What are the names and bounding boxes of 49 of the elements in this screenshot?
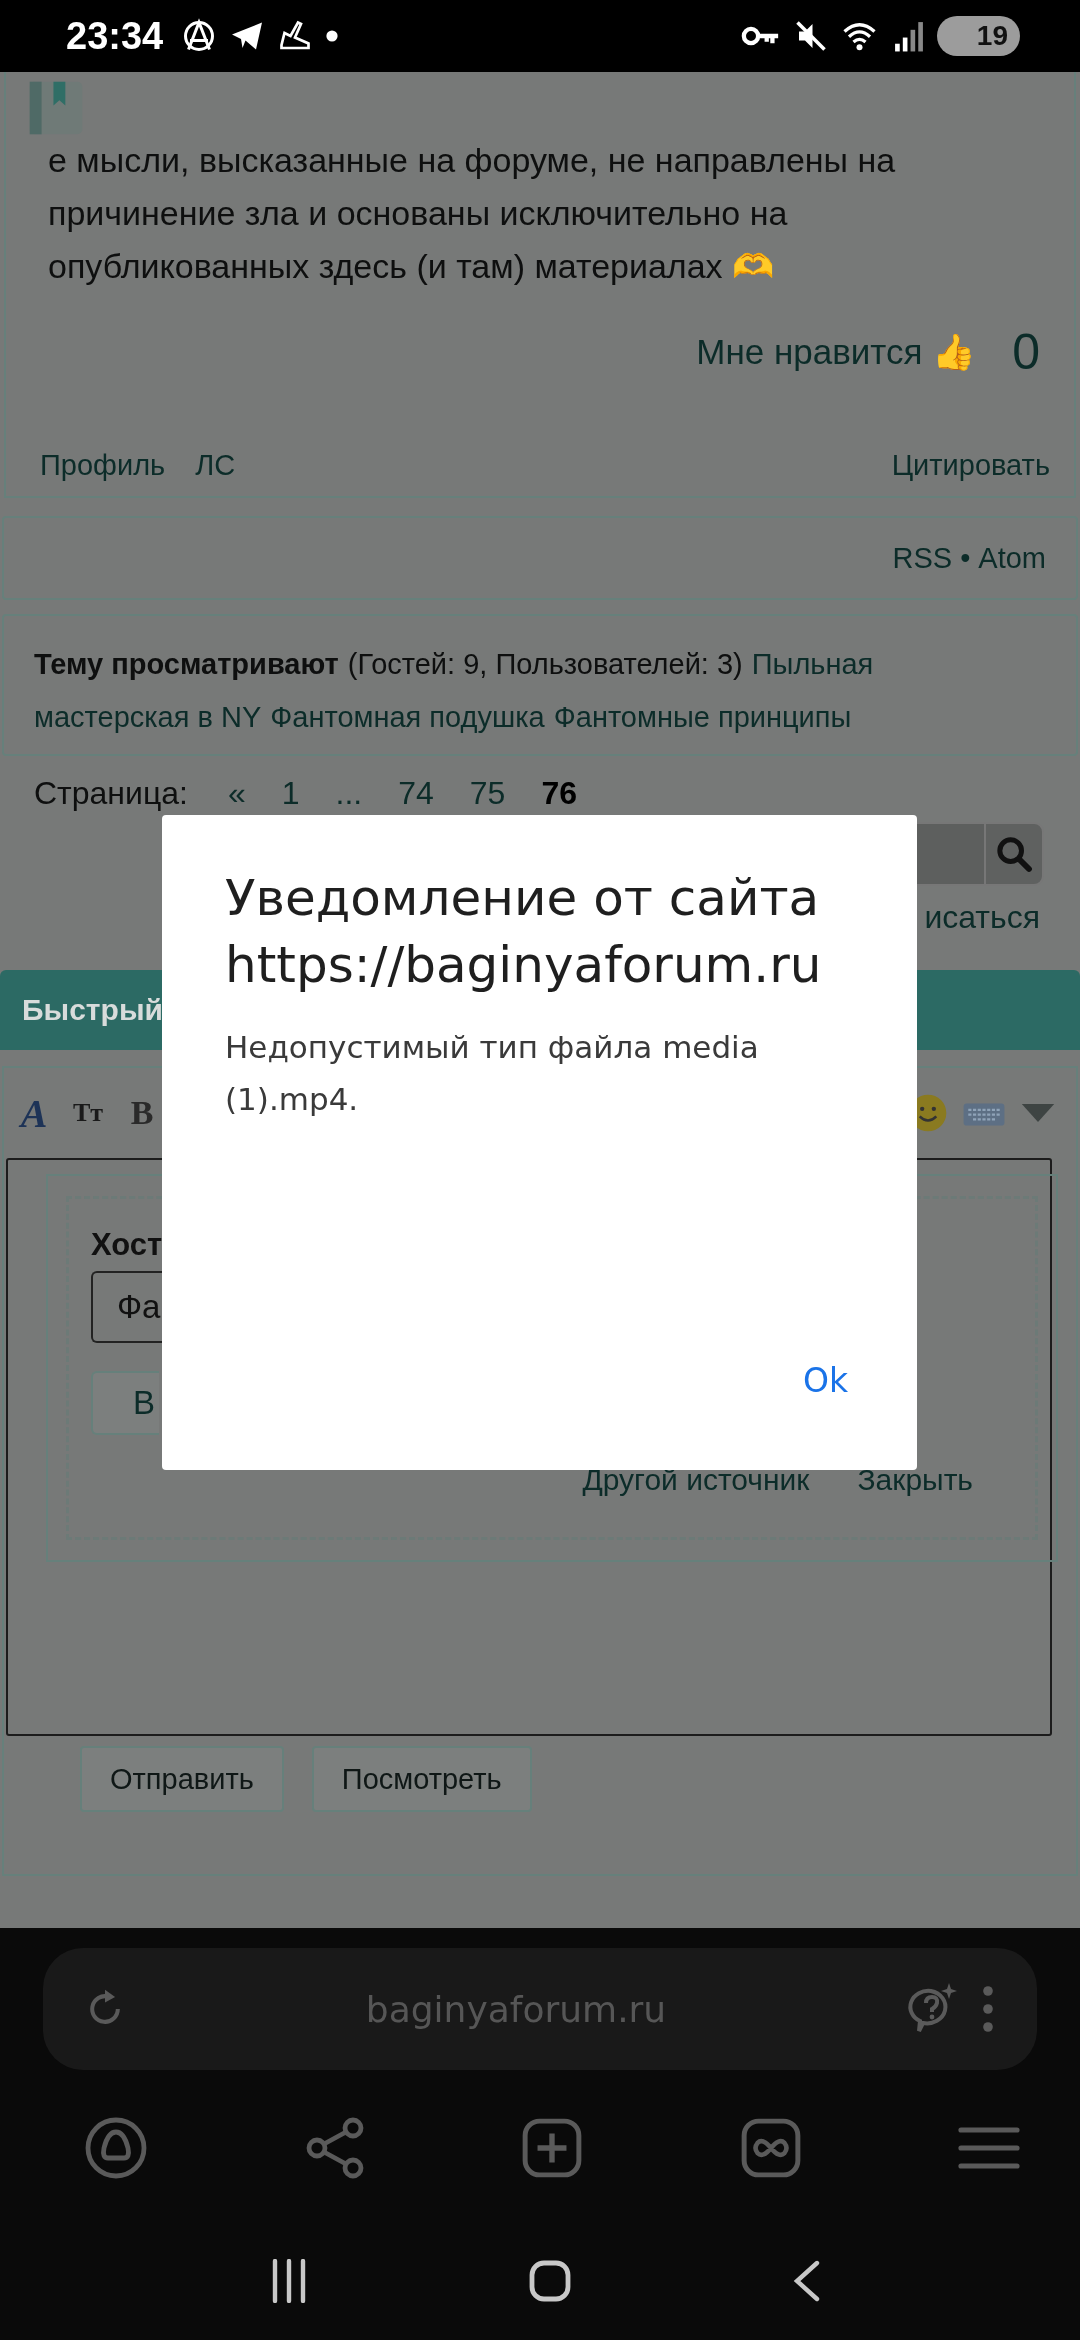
viewers-label: Тему просматривают xyxy=(34,647,339,682)
quick-reply-title: Быстрый xyxy=(22,993,163,1027)
host-label: Хост xyxy=(91,1227,163,1263)
profile-link[interactable]: ЛС xyxy=(195,449,236,482)
format-icon[interactable]: Тт xyxy=(68,1098,108,1128)
dialog-title: Уведомление от сайта https://baginyaforum.ru xyxy=(225,868,823,996)
search-icon xyxy=(994,834,1034,874)
page-link[interactable]: ... xyxy=(317,774,381,812)
format-icon[interactable]: B xyxy=(122,1094,162,1132)
page-link[interactable]: 1 xyxy=(263,774,318,812)
ok-button[interactable]: Ok xyxy=(802,1361,848,1400)
more-icon[interactable] xyxy=(981,1985,995,2033)
battery-indicator: 19 xyxy=(936,16,1020,56)
new-tab-icon[interactable] xyxy=(521,2117,583,2179)
status-time: 23:34 xyxy=(66,14,164,58)
form-button[interactable]: Посмотреть xyxy=(311,1746,532,1812)
address-bar[interactable]: baginyaforum.ru xyxy=(43,1948,1037,2070)
page-link[interactable]: 74 xyxy=(380,774,452,812)
signal-icon xyxy=(892,19,925,53)
quote-link[interactable]: Цитировать xyxy=(891,449,1050,482)
page-link[interactable]: 75 xyxy=(451,774,524,812)
user-link[interactable]: Фантомные принципы xyxy=(553,691,852,744)
user-link[interactable]: Фантомная подушка xyxy=(270,691,545,744)
like-count: 0 xyxy=(1012,323,1040,381)
page-link[interactable]: « xyxy=(209,774,264,812)
url-text: baginyaforum.ru xyxy=(364,1988,668,2030)
tabs-icon[interactable] xyxy=(739,2117,802,2179)
user-link[interactable]: Пыльная xyxy=(751,638,874,691)
home-icon[interactable] xyxy=(528,2259,572,2303)
user-link[interactable]: мастерская в NY xyxy=(34,691,262,744)
profile-link[interactable]: Профиль xyxy=(40,449,166,482)
form-button[interactable]: Отправить xyxy=(80,1746,284,1812)
dot-icon xyxy=(325,29,340,43)
dialog-message: Недопустимый тип файла media (1).mp4. xyxy=(225,1028,760,1119)
like-button[interactable]: Мне нравится 👍 xyxy=(696,331,977,373)
rss-link[interactable]: RSS xyxy=(892,541,953,575)
page-link[interactable]: 76 xyxy=(523,774,595,812)
search-button[interactable] xyxy=(984,822,1044,886)
page-label: Страница: xyxy=(34,774,188,812)
viewers-counts: (Гостей: 9, Пользователей: 3) xyxy=(347,647,743,682)
assistant-icon[interactable] xyxy=(84,2116,148,2180)
upload-button[interactable]: В xyxy=(91,1371,159,1435)
format-icon[interactable]: A xyxy=(14,1089,54,1137)
share-icon[interactable] xyxy=(304,2116,365,2180)
menu-icon[interactable] xyxy=(958,2124,1020,2172)
separator: • xyxy=(960,541,971,575)
subscribe-link[interactable]: исаться xyxy=(924,898,1040,936)
post-text: е мысли, высказанные на форуме, не направлены на причинение зла и основаны исключительно на опубликованных здесь (и там) материалах 🫶 xyxy=(48,140,897,287)
atom-link[interactable]: Atom xyxy=(978,541,1046,575)
